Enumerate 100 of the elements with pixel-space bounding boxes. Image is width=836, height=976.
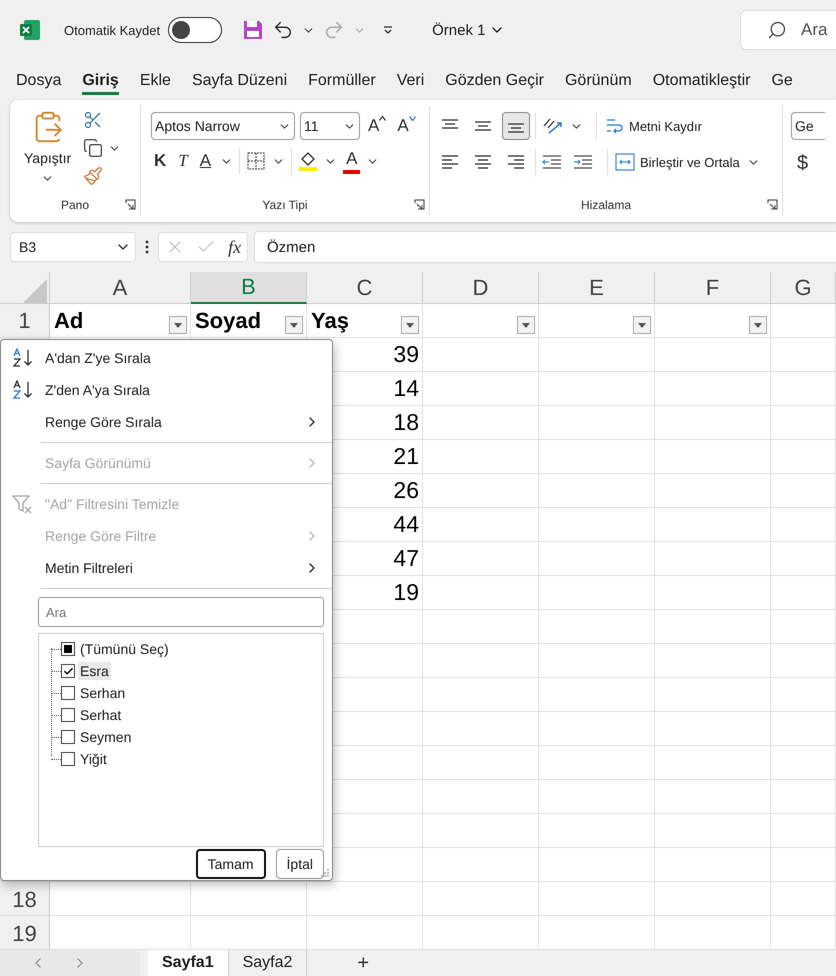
checkbox[interactable] [61, 752, 75, 766]
align-icon [440, 154, 460, 170]
column-header[interactable]: D [423, 272, 539, 304]
ribbon-tab[interactable]: Dosya [16, 66, 62, 94]
list-item[interactable]: Seymen [78, 728, 134, 746]
format-painter-icon[interactable] [83, 166, 104, 186]
sort-descending-icon [12, 380, 34, 400]
customize-toolbar-icon[interactable] [382, 24, 394, 36]
number-format-select[interactable]: Ge [791, 112, 825, 140]
dropdown-arrow-icon [174, 322, 182, 328]
column-header[interactable]: A [50, 272, 191, 304]
row-header[interactable]: 1 [0, 304, 50, 338]
bold-button[interactable]: K [151, 149, 170, 173]
ribbon-tab[interactable]: Ge [771, 66, 793, 94]
table-cell [771, 406, 836, 440]
filter-dropdown-button[interactable] [169, 316, 187, 334]
fill-color-icon[interactable] [298, 150, 318, 172]
list-item[interactable]: Serhat [78, 706, 124, 724]
table-cell [771, 780, 836, 814]
align-icon [506, 154, 526, 170]
font-name-select[interactable]: Aptos Narrow [151, 112, 295, 140]
resize-grip-icon[interactable] [321, 869, 330, 878]
ribbon-tab[interactable]: Sayfa Düzeni [192, 66, 288, 94]
autosave-label: Otomatik Kaydet [64, 22, 160, 38]
table-cell [771, 610, 836, 644]
text-orientation-icon[interactable] [541, 116, 565, 136]
vertical-align-button[interactable] [502, 112, 530, 140]
checkbox[interactable] [61, 730, 75, 744]
dialog-launcher-icon[interactable] [414, 199, 425, 210]
column-header[interactable]: E [539, 272, 655, 304]
checkbox[interactable] [61, 708, 75, 722]
ribbon-tab[interactable]: Formüller [308, 66, 376, 94]
ribbon-tab[interactable]: Giriş [82, 66, 119, 94]
increase-indent-icon[interactable] [572, 154, 594, 170]
save-icon[interactable] [242, 19, 264, 41]
decrease-indent-icon[interactable] [541, 154, 563, 170]
document-title[interactable]: Örnek 1 [432, 22, 506, 38]
list-item[interactable]: Yiğit [78, 750, 109, 768]
dialog-launcher-icon[interactable] [125, 199, 136, 210]
ribbon-tab[interactable]: Görünüm [564, 66, 632, 94]
ribbon-tab[interactable]: Gözden Geçir [445, 66, 544, 94]
formula-field[interactable]: Özmen [254, 231, 836, 263]
list-item[interactable]: Serhan [78, 684, 128, 702]
row-header[interactable]: 18 [0, 882, 50, 916]
dropdown-arrow-icon [522, 322, 530, 328]
group-label: Pano [60, 198, 90, 212]
search-field[interactable]: Ara [740, 10, 836, 50]
dropdown-arrow-icon [406, 322, 414, 328]
underline-button[interactable]: A [196, 149, 214, 173]
ribbon-tab[interactable]: Veri [396, 66, 424, 94]
autosave-toggle[interactable] [168, 17, 222, 43]
checkbox[interactable] [61, 686, 75, 700]
decrease-font-button[interactable]: A [394, 114, 419, 138]
sheet-tab[interactable]: Sayfa1 [148, 950, 229, 976]
app-logo [18, 18, 42, 42]
copy-icon[interactable] [83, 138, 104, 158]
sort-ascending-icon [12, 348, 34, 368]
search-field[interactable]: Ara [38, 597, 324, 627]
column-header[interactable]: G [771, 272, 836, 304]
font-size-select[interactable]: 11 [300, 112, 360, 140]
increase-font-button[interactable]: A [365, 114, 390, 138]
table-cell [771, 882, 836, 916]
dialog-launcher-icon[interactable] [767, 199, 778, 210]
table-cell [771, 746, 836, 780]
checkbox[interactable] [61, 664, 75, 678]
group-label: Hizalama [580, 198, 631, 212]
filter-dropdown-button[interactable] [633, 316, 651, 334]
ribbon-tab[interactable]: Ekle [140, 66, 171, 94]
paste-button[interactable]: Yapıştır [18, 106, 78, 194]
checkbox[interactable] [61, 642, 75, 656]
add-sheet-button[interactable]: + [353, 952, 374, 974]
list-item[interactable]: (Tümünü Seç) [78, 640, 171, 658]
column-title: Ad [54, 308, 84, 334]
table-cell [771, 338, 836, 372]
name-box[interactable]: B3 [10, 232, 136, 262]
row-header[interactable]: 19 [0, 916, 50, 949]
borders-icon[interactable] [246, 151, 266, 171]
filter-dropdown-button[interactable] [401, 316, 419, 334]
more-options-icon[interactable] [144, 239, 150, 255]
filter-dropdown-button[interactable] [517, 316, 535, 334]
filter-dropdown-button[interactable] [285, 316, 303, 334]
font-color-button[interactable]: A [343, 148, 360, 174]
ribbon-tab[interactable]: Otomatikleştir [652, 66, 750, 94]
column-header[interactable]: C [307, 272, 423, 304]
column-header[interactable]: F [655, 272, 771, 304]
wrap-text-button[interactable]: Metni Kaydır [602, 114, 704, 138]
table-cell [771, 848, 836, 882]
insert-function-button[interactable]: fx [228, 236, 242, 258]
dialog-button[interactable]: Tamam [196, 848, 266, 878]
merge-center-button[interactable]: Birleştir ve Ortala [613, 151, 742, 173]
table-cell [771, 814, 836, 848]
filter-dropdown-button[interactable] [749, 316, 767, 334]
list-item[interactable]: Esra [78, 662, 111, 680]
dialog-button[interactable]: İptal [276, 848, 324, 878]
sheet-tab[interactable]: Sayfa2 [228, 950, 308, 976]
table-cell [771, 508, 836, 542]
search-icon [767, 20, 787, 40]
italic-button[interactable]: T [175, 149, 191, 173]
column-header[interactable]: B [191, 272, 307, 304]
currency-format-button[interactable]: $ [791, 152, 808, 175]
